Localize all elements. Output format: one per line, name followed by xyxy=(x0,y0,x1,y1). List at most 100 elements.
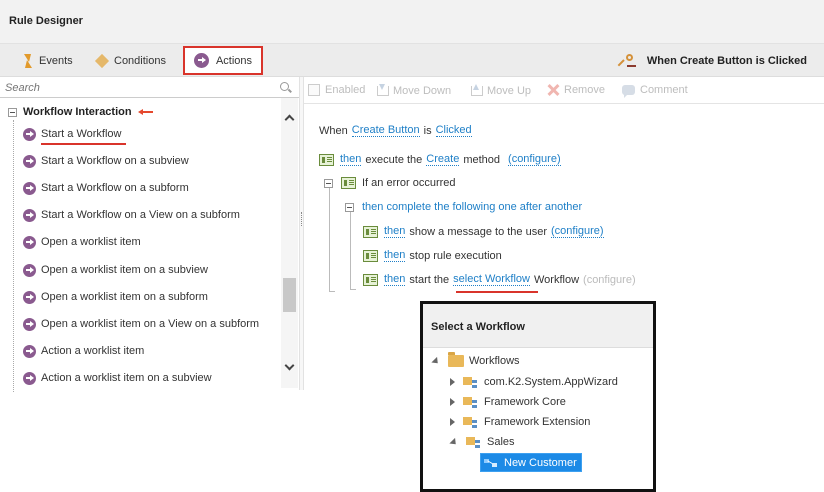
action-item[interactable]: Open a worklist item xyxy=(23,232,141,252)
group-workflow-interaction[interactable]: Workflow Interaction xyxy=(8,106,154,118)
action-item[interactable]: Open a worklist item on a View on a subf… xyxy=(23,314,259,334)
tab-events[interactable]: Events xyxy=(23,44,73,77)
tree-node-label: com.K2.System.AppWizard xyxy=(484,376,618,388)
event-link[interactable]: Clicked xyxy=(435,124,472,137)
annotation-underline xyxy=(456,291,538,293)
workflow-icon xyxy=(484,457,500,469)
collapse-icon[interactable] xyxy=(8,107,17,117)
configure-link[interactable]: (configure) xyxy=(583,274,636,286)
collapse-icon[interactable] xyxy=(324,178,333,188)
popup-header: Select a Workflow xyxy=(423,304,653,348)
rule-action-start-workflow[interactable]: then start the select Workflow Workflow … xyxy=(363,273,636,286)
lightning-icon xyxy=(23,53,32,68)
tree-node[interactable]: com.K2.System.AppWizard xyxy=(450,375,618,389)
method-link[interactable]: Create xyxy=(426,153,460,166)
comment-button[interactable]: Comment xyxy=(622,84,688,98)
rule-action-execute[interactable]: then execute the Create method (configur… xyxy=(319,153,561,166)
action-item[interactable]: Action a worklist item on a subview xyxy=(23,368,212,388)
collapsed-arrow-icon[interactable] xyxy=(450,378,455,386)
tree-node-sales[interactable]: Sales xyxy=(449,435,515,449)
splitter-grip-icon[interactable] xyxy=(301,212,302,226)
folder-tree-icon xyxy=(463,415,478,429)
then-link[interactable]: then xyxy=(384,249,406,262)
expand-arrow-icon[interactable] xyxy=(449,437,459,447)
action-item-label: Start a Workflow on a View on a subform xyxy=(41,209,240,221)
arrow-circle-icon xyxy=(23,344,36,358)
action-item[interactable]: Start a Workflow xyxy=(23,124,122,144)
arrow-circle-icon xyxy=(23,154,36,168)
move-up-icon xyxy=(470,84,483,97)
tree-node[interactable]: Framework Core xyxy=(450,395,566,409)
arrow-circle-icon xyxy=(23,317,36,331)
action-item[interactable]: Open a worklist item on a subview xyxy=(23,260,208,280)
rule-text: stop rule execution xyxy=(409,249,502,262)
rule-toolbar: Enabled Move Down Move Up Remove Comment xyxy=(304,77,824,104)
tree-node-label: Workflows xyxy=(469,355,520,367)
arrow-circle-icon xyxy=(193,53,209,68)
popup-title: Select a Workflow xyxy=(431,321,525,333)
rule-error-block[interactable]: If an error occurred xyxy=(324,177,456,189)
then-link[interactable]: then xyxy=(384,225,406,238)
action-icon xyxy=(319,153,334,166)
rule-header: When Create Button is Clicked xyxy=(300,44,824,77)
rule-sequence-block[interactable]: then complete the following one after an… xyxy=(345,201,582,213)
rule-tree-line xyxy=(350,289,356,290)
move-down-button[interactable]: Move Down xyxy=(376,84,451,97)
tree-node-label: Sales xyxy=(487,436,515,448)
select-workflow-link[interactable]: select Workflow xyxy=(453,273,530,286)
expand-arrow-icon[interactable] xyxy=(431,356,441,366)
search-input[interactable] xyxy=(5,79,275,96)
action-item-label: Action a worklist item on a subview xyxy=(41,372,212,384)
action-item[interactable]: Start a Workflow on a subview xyxy=(23,151,189,171)
arrow-circle-icon xyxy=(23,263,36,277)
title-bar: Rule Designer xyxy=(0,0,824,44)
control-link[interactable]: Create Button xyxy=(351,124,420,137)
workflow-new-customer[interactable]: New Customer xyxy=(480,453,582,472)
collapsed-arrow-icon[interactable] xyxy=(450,398,455,406)
actions-scrollbar[interactable] xyxy=(281,98,298,388)
rule-tree-line xyxy=(329,188,330,292)
then-link[interactable]: then xyxy=(384,273,406,286)
enabled-toggle[interactable]: Enabled xyxy=(308,84,365,96)
tree-node-workflows[interactable]: Workflows xyxy=(431,352,520,367)
remove-icon xyxy=(547,84,559,96)
rule-action-stop[interactable]: then stop rule execution xyxy=(363,249,502,262)
collapsed-arrow-icon[interactable] xyxy=(450,418,455,426)
remove-button[interactable]: Remove xyxy=(547,84,605,96)
comment-icon xyxy=(622,85,635,98)
sequence-link[interactable]: then complete the following one after an… xyxy=(362,201,582,213)
search-icon[interactable] xyxy=(280,82,289,91)
annotation-underline xyxy=(41,143,126,145)
rule-text: start the xyxy=(409,273,450,286)
panel-splitter[interactable] xyxy=(299,77,304,390)
action-item[interactable]: Start a Workflow on a subform xyxy=(23,178,189,198)
action-item-label: Open a worklist item on a subview xyxy=(41,264,208,276)
tree-node[interactable]: Framework Extension xyxy=(450,415,590,429)
arrow-circle-icon xyxy=(23,208,36,222)
scroll-up-icon[interactable] xyxy=(284,114,295,125)
arrow-circle-icon xyxy=(23,290,36,304)
move-up-button[interactable]: Move Up xyxy=(470,84,531,97)
tab-conditions[interactable]: Conditions xyxy=(94,44,166,77)
arrow-circle-icon xyxy=(23,371,36,385)
then-link[interactable]: then xyxy=(340,153,362,166)
action-item[interactable]: Open a worklist item on a subform xyxy=(23,287,208,307)
tab-actions[interactable]: Actions xyxy=(183,46,263,75)
tree-node-label: Framework Core xyxy=(484,396,566,408)
scroll-thumb[interactable] xyxy=(283,278,296,312)
action-item[interactable]: Start a Workflow on a View on a subform xyxy=(23,205,240,225)
action-item[interactable]: Action a worklist item xyxy=(23,341,144,361)
move-down-label: Move Down xyxy=(393,84,452,97)
checkbox-icon[interactable] xyxy=(308,84,320,96)
configure-link[interactable]: (configure) xyxy=(551,225,604,238)
configure-link[interactable]: (configure) xyxy=(508,153,561,166)
tab-bar: Events Conditions Actions xyxy=(0,44,300,77)
scroll-down-icon[interactable] xyxy=(284,360,295,371)
collapse-icon[interactable] xyxy=(345,202,354,212)
rule-tree-line xyxy=(329,291,335,292)
tree-node-label: Framework Extension xyxy=(484,416,591,428)
move-down-icon xyxy=(376,84,389,97)
rule-action-message[interactable]: then show a message to the user (configu… xyxy=(363,225,604,238)
search-box xyxy=(0,77,300,98)
tab-events-label: Events xyxy=(39,54,73,67)
